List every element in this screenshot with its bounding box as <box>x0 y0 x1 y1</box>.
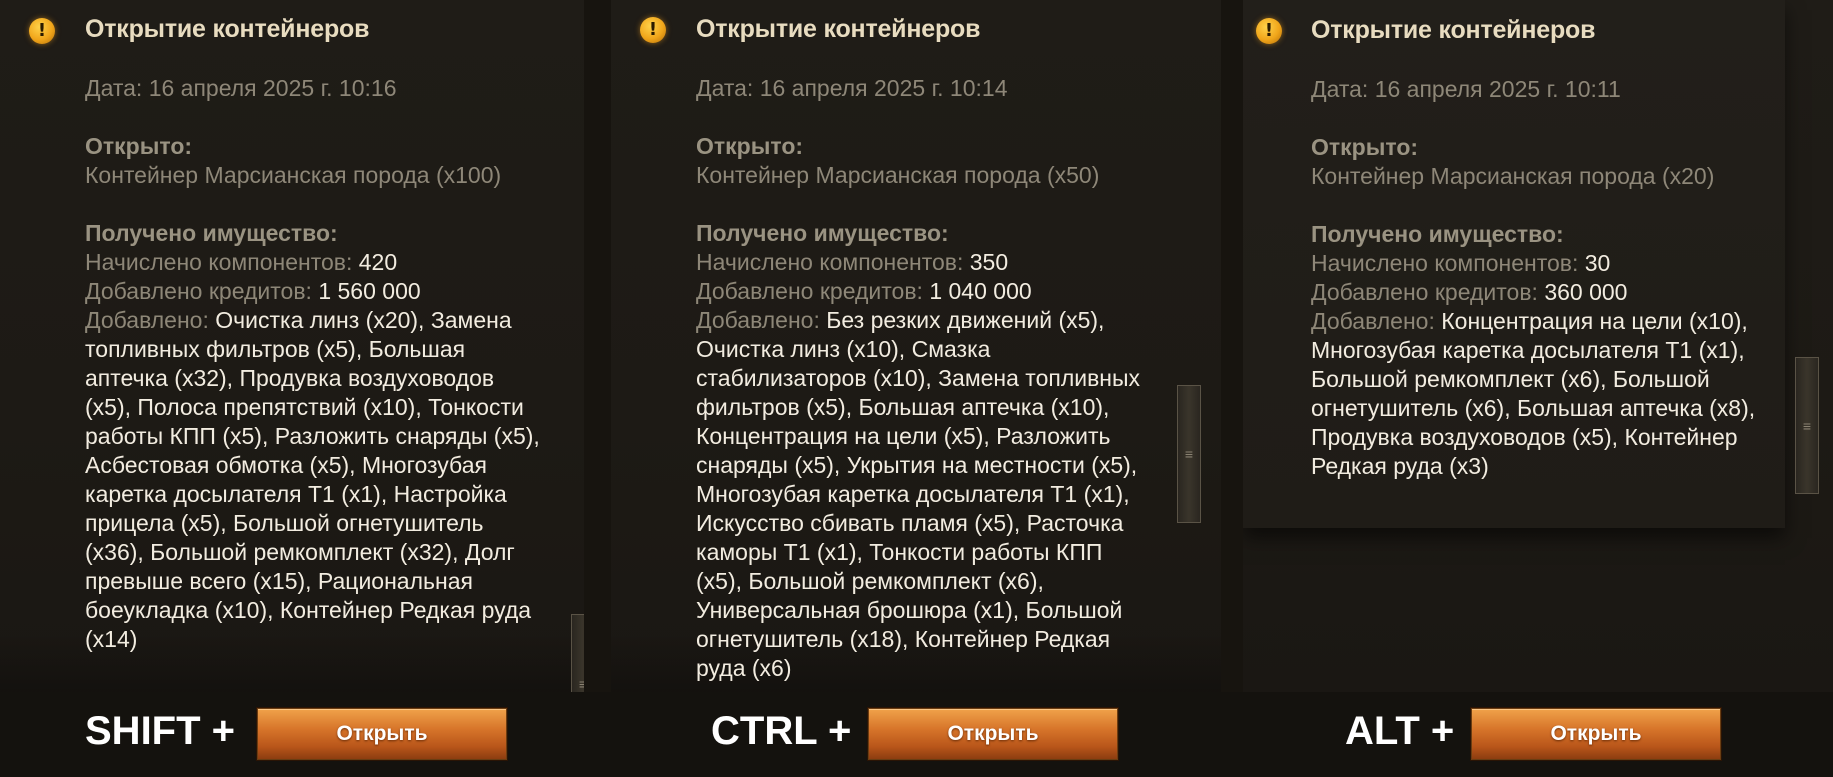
components-value: 350 <box>969 249 1009 275</box>
notification-panel-3: ! Открытие контейнеров Дата: 16 апреля 2… <box>1243 0 1833 692</box>
scrollbar-thumb[interactable]: ≡ <box>571 614 584 692</box>
opened-value: Контейнер Марсианская порода (x50) <box>696 162 1100 188</box>
hotkey-alt-label: ALT + <box>1345 709 1455 753</box>
opened-value: Контейнер Марсианская порода (x20) <box>1311 163 1715 189</box>
grip-icon: ≡ <box>1802 417 1812 434</box>
open-button-shift[interactable]: Открыть <box>257 708 507 760</box>
credits-value: 1 560 000 <box>318 278 421 304</box>
added-label: Добавлено: <box>85 307 209 333</box>
added-value: Без резких движений (x5), Очистка линз (… <box>696 307 1141 681</box>
added-label: Добавлено: <box>1311 308 1435 334</box>
open-button-alt[interactable]: Открыть <box>1471 708 1721 760</box>
opened-label: Открыто: <box>85 133 193 159</box>
warning-icon: ! <box>640 17 666 43</box>
credits-value: 360 000 <box>1544 279 1628 305</box>
grip-icon: ≡ <box>1184 446 1194 462</box>
opened-value: Контейнер Марсианская порода (x100) <box>85 162 502 188</box>
credits-value: 1 040 000 <box>929 278 1032 304</box>
scrollbar-thumb[interactable]: ≡ <box>1177 385 1201 523</box>
added-label: Добавлено: <box>696 307 820 333</box>
screen: ! Открытие контейнеров Дата: 16 апреля 2… <box>0 0 1833 777</box>
grip-icon: ≡ <box>578 676 584 692</box>
panel-title: Открытие контейнеров <box>1311 16 1596 44</box>
received-label: Получено имущество: <box>85 220 338 246</box>
panel-content: Дата: 16 апреля 2025 г. 10:11 Открыто: К… <box>1311 75 1761 481</box>
panel-content: Дата: 16 апреля 2025 г. 10:14 Открыто: К… <box>696 74 1146 683</box>
components-label: Начислено компонентов: <box>1311 250 1579 276</box>
credits-label: Добавлено кредитов: <box>696 278 923 304</box>
warning-icon: ! <box>1256 18 1282 44</box>
components-value: 420 <box>358 249 398 275</box>
hotkey-ctrl-label: CTRL + <box>711 709 852 753</box>
warning-icon: ! <box>29 18 55 44</box>
hotkey-shift-label: SHIFT + <box>85 709 236 753</box>
opened-label: Открыто: <box>696 133 804 159</box>
added-value: Очистка линз (x20), Замена топливных фил… <box>85 307 540 652</box>
panel-content: Дата: 16 апреля 2025 г. 10:16 Открыто: К… <box>85 74 545 654</box>
panel-title: Открытие контейнеров <box>696 15 981 43</box>
date-text: Дата: 16 апреля 2025 г. 10:11 <box>1311 76 1621 102</box>
components-value: 30 <box>1584 250 1611 276</box>
scrollbar-thumb[interactable]: ≡ <box>1795 357 1819 494</box>
date-text: Дата: 16 апреля 2025 г. 10:16 <box>85 75 397 101</box>
notification-panel-1: ! Открытие контейнеров Дата: 16 апреля 2… <box>0 0 584 692</box>
credits-label: Добавлено кредитов: <box>1311 279 1538 305</box>
panel-title: Открытие контейнеров <box>85 15 370 43</box>
components-label: Начислено компонентов: <box>696 249 964 275</box>
received-label: Получено имущество: <box>696 220 949 246</box>
received-label: Получено имущество: <box>1311 221 1564 247</box>
notification-panel-2: ! Открытие контейнеров Дата: 16 апреля 2… <box>611 0 1221 692</box>
credits-label: Добавлено кредитов: <box>85 278 312 304</box>
components-label: Начислено компонентов: <box>85 249 353 275</box>
opened-label: Открыто: <box>1311 134 1419 160</box>
date-text: Дата: 16 апреля 2025 г. 10:14 <box>696 75 1008 101</box>
open-button-ctrl[interactable]: Открыть <box>868 708 1118 760</box>
